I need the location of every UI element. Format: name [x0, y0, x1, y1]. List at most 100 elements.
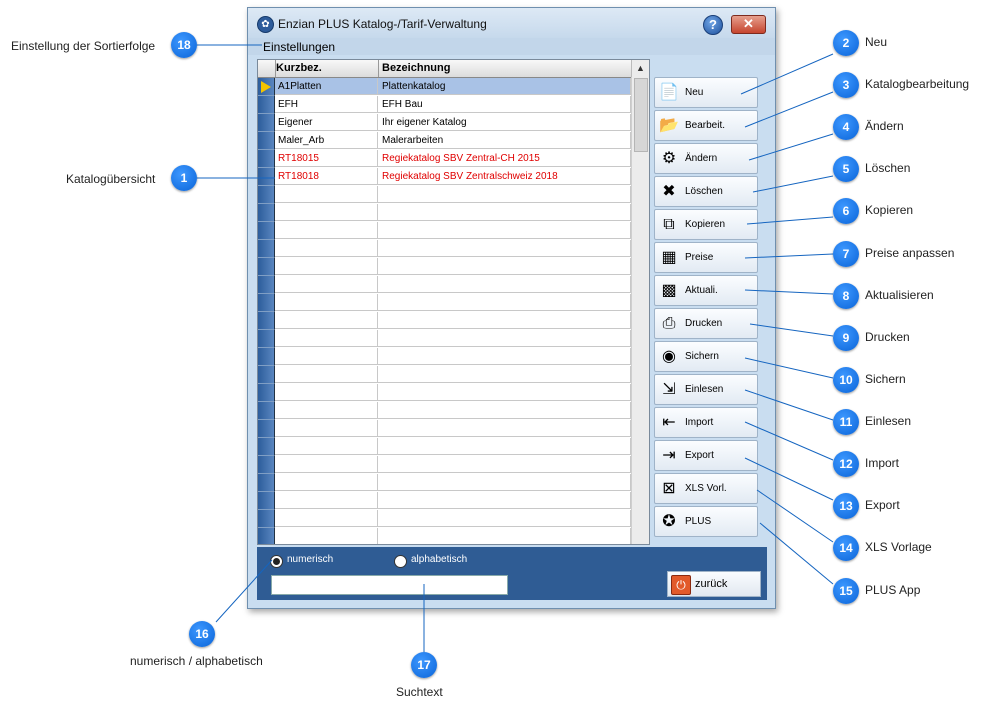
- scroll-up-icon[interactable]: ▲: [631, 60, 649, 77]
- empty-row[interactable]: [258, 474, 631, 492]
- vertical-scrollbar[interactable]: [631, 77, 649, 544]
- radio-alphabetic[interactable]: [394, 555, 407, 568]
- empty-row[interactable]: [258, 186, 631, 204]
- table-row[interactable]: RT18018 Regiekatalog SBV Zentralschweiz 2…: [258, 168, 631, 186]
- row-selector[interactable]: [258, 474, 275, 492]
- cell-code: Maler_Arb: [275, 132, 378, 149]
- callout-number: 8: [833, 283, 859, 309]
- row-selector[interactable]: [258, 114, 275, 132]
- empty-row[interactable]: [258, 258, 631, 276]
- row-selector[interactable]: [258, 168, 275, 186]
- close-button[interactable]: ✕: [731, 15, 766, 34]
- row-selector[interactable]: [258, 276, 275, 294]
- cell-name: Ihr eigener Katalog: [378, 114, 631, 131]
- row-selector[interactable]: [258, 240, 275, 258]
- menu-settings[interactable]: Einstellungen: [263, 40, 335, 54]
- button-label: PLUS: [685, 516, 712, 527]
- cell-name: [378, 366, 631, 383]
- row-selector[interactable]: [258, 96, 275, 114]
- change-button[interactable]: ⚙ Ändern: [654, 143, 758, 174]
- empty-row[interactable]: [258, 294, 631, 312]
- search-input[interactable]: [271, 575, 508, 595]
- back-button-label: zurück: [695, 578, 728, 590]
- cell-code: RT18018: [275, 168, 378, 185]
- update-button[interactable]: ▩ Aktuali.: [654, 275, 758, 306]
- xls-template-button[interactable]: ⊠ XLS Vorl.: [654, 473, 758, 504]
- row-selector[interactable]: [258, 528, 275, 544]
- row-selector[interactable]: [258, 222, 275, 240]
- empty-row[interactable]: [258, 312, 631, 330]
- row-selector[interactable]: [258, 186, 275, 204]
- export-button[interactable]: ⇥ Export: [654, 440, 758, 471]
- empty-row[interactable]: [258, 276, 631, 294]
- empty-row[interactable]: [258, 528, 631, 544]
- callout-label: Preise anpassen: [865, 246, 955, 260]
- radio-numeric[interactable]: [270, 555, 283, 568]
- read-in-button[interactable]: ⇲ Einlesen: [654, 374, 758, 405]
- empty-row[interactable]: [258, 348, 631, 366]
- row-selector[interactable]: [258, 438, 275, 456]
- row-selector[interactable]: [258, 132, 275, 150]
- callout-number: 5: [833, 156, 859, 182]
- row-selector[interactable]: [258, 492, 275, 510]
- row-selector[interactable]: [258, 456, 275, 474]
- row-selector[interactable]: [258, 510, 275, 528]
- empty-row[interactable]: [258, 330, 631, 348]
- callout-number: 1: [171, 165, 197, 191]
- empty-row[interactable]: [258, 384, 631, 402]
- table-row[interactable]: EFH EFH Bau: [258, 96, 631, 114]
- button-label: Aktuali.: [685, 285, 718, 296]
- edit-button[interactable]: 📂 Bearbeit.: [654, 110, 758, 141]
- help-button[interactable]: ?: [703, 15, 723, 35]
- column-header-code[interactable]: Kurzbez.: [276, 62, 322, 74]
- row-selector[interactable]: [258, 348, 275, 366]
- row-selector[interactable]: [258, 258, 275, 276]
- import-button[interactable]: ⇤ Import: [654, 407, 758, 438]
- print-button[interactable]: ⎙ Drucken: [654, 308, 758, 339]
- callout-label: numerisch / alphabetisch: [130, 654, 263, 668]
- row-selector[interactable]: [258, 402, 275, 420]
- table-row[interactable]: A1Platten Plattenkatalog: [258, 78, 631, 96]
- back-button[interactable]: ⏻ zurück: [667, 571, 761, 597]
- column-header-name[interactable]: Bezeichnung: [378, 60, 450, 77]
- plus-app-button[interactable]: ✪ PLUS: [654, 506, 758, 537]
- table-row[interactable]: Eigener Ihr eigener Katalog: [258, 114, 631, 132]
- empty-row[interactable]: [258, 222, 631, 240]
- row-selector[interactable]: [258, 330, 275, 348]
- table-row[interactable]: RT18015 Regiekatalog SBV Zentral-CH 2015: [258, 150, 631, 168]
- empty-row[interactable]: [258, 240, 631, 258]
- table-row[interactable]: Maler_Arb Malerarbeiten: [258, 132, 631, 150]
- button-label: Kopieren: [685, 219, 726, 230]
- x-icon: ✖: [662, 183, 676, 200]
- empty-row[interactable]: [258, 420, 631, 438]
- scrollbar-thumb[interactable]: [634, 78, 648, 152]
- new-button[interactable]: 📄 Neu: [654, 77, 758, 108]
- empty-row[interactable]: [258, 438, 631, 456]
- empty-row[interactable]: [258, 402, 631, 420]
- save-button[interactable]: ◉ Sichern: [654, 341, 758, 372]
- delete-button[interactable]: ✖ Löschen: [654, 176, 758, 207]
- row-selector[interactable]: [258, 78, 275, 96]
- row-selector[interactable]: [258, 384, 275, 402]
- button-label: XLS Vorl.: [685, 483, 727, 494]
- row-selector[interactable]: [258, 204, 275, 222]
- row-selector[interactable]: [258, 312, 275, 330]
- empty-row[interactable]: [258, 510, 631, 528]
- catalog-grid[interactable]: Kurzbez. Bezeichnung ▲ A1Platten Plattenk…: [257, 59, 650, 545]
- prices-button[interactable]: ▦ Preise: [654, 242, 758, 273]
- row-selector[interactable]: [258, 150, 275, 168]
- cell-name: [378, 330, 631, 347]
- copy-button[interactable]: ⧉ Kopieren: [654, 209, 758, 240]
- cell-code: [275, 276, 378, 293]
- callout-label: Drucken: [865, 330, 910, 344]
- row-selector[interactable]: [258, 420, 275, 438]
- row-selector[interactable]: [258, 366, 275, 384]
- empty-row[interactable]: [258, 492, 631, 510]
- empty-row[interactable]: [258, 456, 631, 474]
- cell-code: [275, 366, 378, 383]
- cell-name: [378, 528, 631, 544]
- empty-row[interactable]: [258, 366, 631, 384]
- callout-label: PLUS App: [865, 583, 921, 597]
- empty-row[interactable]: [258, 204, 631, 222]
- row-selector[interactable]: [258, 294, 275, 312]
